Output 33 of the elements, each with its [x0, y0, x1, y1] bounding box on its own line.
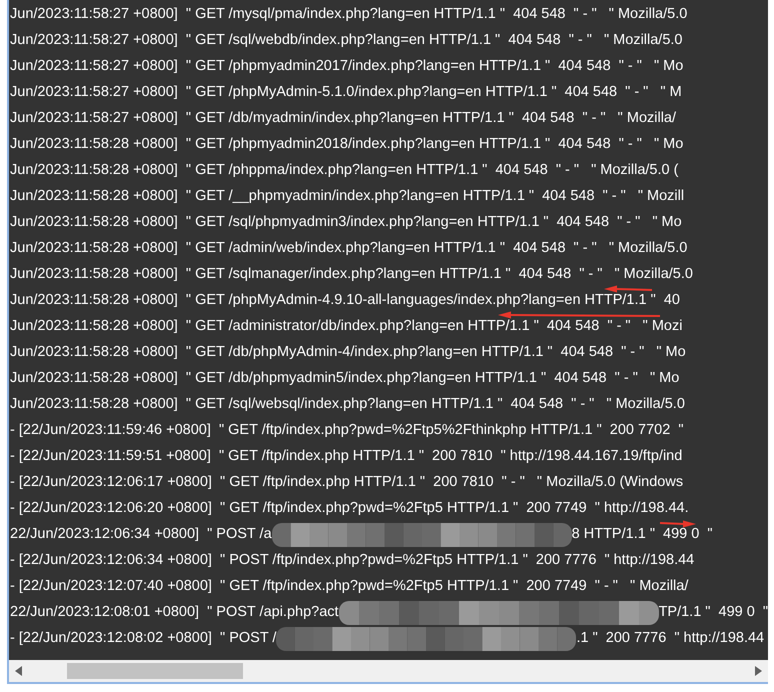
log-line: Jun/2023:11:58:28 +0800] " GET /__phpmyadmin/index.php?lang=en HTTP/1.1 " 404 548 " - " " Mozill — [10, 187, 684, 206]
scroll-right-icon[interactable] — [754, 666, 762, 676]
log-line-text: 22/Jun/2023:12:06:34 +0800] " POST /a — [10, 525, 272, 544]
log-line: Jun/2023:11:58:28 +0800] " GET /db/phpmyadmin5/index.php?lang=en HTTP/1.1 " 404 548 " - " " Mo — [10, 369, 680, 388]
annotation-arrow — [660, 520, 696, 528]
scrollbar-thumb[interactable] — [67, 663, 243, 679]
log-line: - [22/Jun/2023:12:06:34 +0800] " POST /ftp/index.php?pwd=%2Ftp5 HTTP/1.1 " 200 7776 " http://198.44 — [10, 551, 694, 570]
log-line: Jun/2023:11:58:28 +0800] " GET /phpMyAdmin-4.9.10-all-languages/index.php?lang=en HTTP/1.1 " 40 — [10, 291, 680, 310]
log-line: Jun/2023:11:58:28 +0800] " GET /phpmyadmin2018/index.php?lang=en HTTP/1.1 " 404 548 " - " " Mo — [10, 135, 684, 154]
log-line-text: TP/1.1 " 499 0 " — [658, 603, 768, 622]
annotation-arrow — [604, 286, 652, 292]
log-line: Jun/2023:11:58:28 +0800] " GET /sql/websql/index.php?lang=en HTTP/1.1 " 404 548 " - " " Mozilla/5.0 — [10, 395, 685, 414]
log-line-text: - [22/Jun/2023:12:08:02 +0800] " POST / — [10, 629, 276, 648]
log-line: Jun/2023:11:58:27 +0800] " GET /phpmyadmin2017/index.php?lang=en HTTP/1.1 " 404 548 " - " " Mo — [10, 57, 684, 76]
log-line: Jun/2023:11:58:28 +0800] " GET /administrator/db/index.php?lang=en HTTP/1.1 " 404 548 " - " " Mozi — [10, 317, 682, 336]
log-line: - [22/Jun/2023:12:07:40 +0800] " GET /ftp/index.php?pwd=%2Ftp5 HTTP/1.1 " 200 7749 " - " " Mozilla/ — [10, 577, 688, 596]
log-line-text: .1 " 200 7776 " http://198.44 — [576, 629, 764, 648]
log-line: - [22/Jun/2023:12:06:20 +0800] " GET /ftp/index.php?pwd=%2Ftp5 HTTP/1.1 " 200 7749 " http://198.44. — [10, 499, 689, 518]
log-line-text: 8 HTTP/1.1 " 499 0 " — [572, 525, 713, 544]
log-line: - [22/Jun/2023:11:59:51 +0800] " GET /ftp/index.php HTTP/1.1 " 200 7810 " http://198.44.167.19/ftp/ind — [10, 447, 682, 466]
log-line: - [22/Jun/2023:11:59:46 +0800] " GET /ftp/index.php?pwd=%2Ftp5%2Fthinkphp HTTP/1.1 " 200 7702 " — [10, 421, 684, 440]
log-line: Jun/2023:11:58:27 +0800] " GET /db/myadmin/index.php?lang=en HTTP/1.1 " 404 548 " - " " Mozilla/ — [10, 109, 676, 128]
log-line: Jun/2023:11:58:28 +0800] " GET /db/phpMyAdmin-4/index.php?lang=en HTTP/1.1 " 404 548 " - " " Mo — [10, 343, 686, 362]
log-line: Jun/2023:11:58:27 +0800] " GET /phpMyAdmin-5.1.0/index.php?lang=en HTTP/1.1 " 404 548 " - " " M — [10, 83, 682, 102]
scroll-left-icon[interactable] — [15, 666, 23, 676]
log-line-text: 22/Jun/2023:12:08:01 +0800] " POST /api.php?act — [10, 603, 339, 622]
log-line: Jun/2023:11:58:28 +0800] " GET /admin/web/index.php?lang=en HTTP/1.1 " 404 548 " - " " Mozilla/5.0 — [10, 239, 688, 258]
log-line: - [22/Jun/2023:12:06:17 +0800] " GET /ftp/index.php HTTP/1.1 " 200 7810 " - " " Mozilla/5.0 (Windows — [10, 473, 684, 492]
log-line: Jun/2023:11:58:27 +0800] " GET /mysql/pma/index.php?lang=en HTTP/1.1 " 404 548 " - " " Mozilla/5.0 — [10, 5, 688, 24]
log-line: Jun/2023:11:58:28 +0800] " GET /sqlmanager/index.php?lang=en HTTP/1.1 " 404 548 " - " " Mozilla/5.0 — [10, 265, 693, 284]
log-line: Jun/2023:11:58:28 +0800] " GET /sql/phpmyadmin3/index.php?lang=en HTTP/1.1 " 404 548 " - " " Mo — [10, 213, 682, 232]
log-line: Jun/2023:11:58:27 +0800] " GET /sql/webdb/index.php?lang=en HTTP/1.1 " 404 548 " - " " Mozilla/5.0 — [10, 31, 682, 50]
log-line: Jun/2023:11:58:28 +0800] " GET /phppma/index.php?lang=en HTTP/1.1 " 404 548 " - " " Mozilla/5.0 ( — [10, 161, 678, 180]
